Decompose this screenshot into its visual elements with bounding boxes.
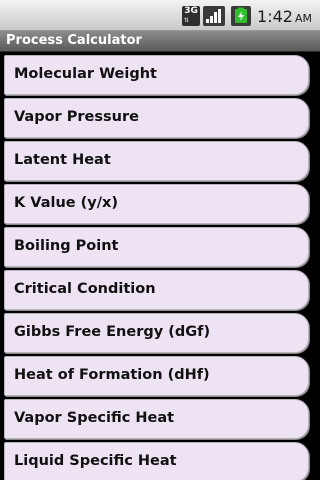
screen: 3G ⇅ 1:42 AM Process Calculator Molecula… [0,0,320,480]
status-icons: 3G ⇅ 1:42 AM [182,5,312,27]
3g-icon: 3G ⇅ [182,6,201,26]
menu-item-critical-condition[interactable]: Critical Condition [4,270,309,310]
menu-item-vapor-pressure[interactable]: Vapor Pressure [4,98,309,138]
menu-item-label: Liquid Specific Heat [14,453,177,469]
title-bar: Process Calculator [0,31,320,52]
menu-item-label: Heat of Formation (dHf) [14,367,210,383]
menu-item-liquid-specific-heat[interactable]: Liquid Specific Heat [4,442,309,480]
app-title: Process Calculator [6,33,142,48]
menu-item-boiling-point[interactable]: Boiling Point [4,227,309,267]
menu-item-molecular-weight[interactable]: Molecular Weight [4,55,309,95]
signal-strength-icon [203,6,226,26]
clock-ampm: AM [294,11,312,25]
menu-item-label: Gibbs Free Energy (dGf) [14,324,211,340]
menu-list[interactable]: Molecular Weight Vapor Pressure Latent H… [0,54,320,480]
menu-item-label: Vapor Specific Heat [14,410,175,426]
clock: 1:42 AM [257,7,312,26]
menu-item-heat-of-formation[interactable]: Heat of Formation (dHf) [4,356,309,396]
menu-item-label: Vapor Pressure [14,109,139,125]
menu-item-vapor-specific-heat[interactable]: Vapor Specific Heat [4,399,309,439]
menu-item-label: Boiling Point [14,238,119,254]
clock-time: 1:42 [257,6,293,26]
menu-item-k-value[interactable]: K Value (y/x) [4,184,309,224]
data-arrows-icon: ⇅ [184,17,190,24]
menu-item-label: Molecular Weight [14,66,157,82]
network-type-label: 3G [184,6,198,16]
menu-item-gibbs-free-energy[interactable]: Gibbs Free Energy (dGf) [4,313,309,353]
status-bar: 3G ⇅ 1:42 AM [0,0,320,31]
battery-charging-icon [231,6,252,26]
menu-item-label: K Value (y/x) [14,195,119,211]
menu-item-latent-heat[interactable]: Latent Heat [4,141,309,181]
menu-item-label: Critical Condition [14,281,156,297]
menu-item-label: Latent Heat [14,152,111,168]
